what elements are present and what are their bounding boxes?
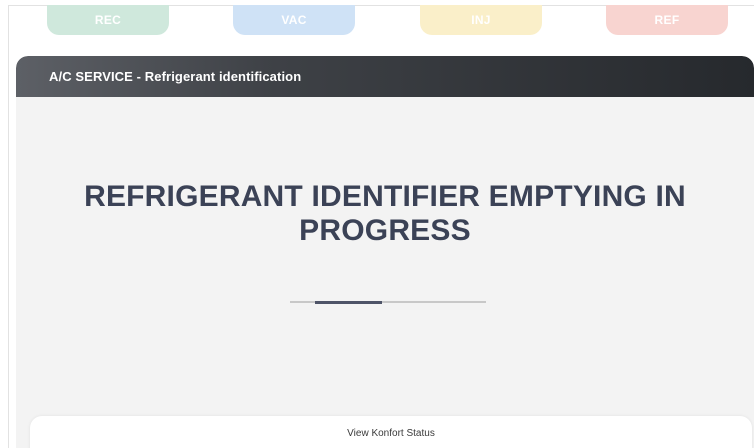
phase-tab-rec[interactable]: REC [47, 5, 169, 35]
left-divider [8, 5, 9, 448]
panel-header: A/C SERVICE - Refrigerant identification [16, 56, 754, 97]
phase-tab-ref[interactable]: REF [606, 5, 728, 35]
phase-tab-vac[interactable]: VAC [233, 5, 355, 35]
phase-tab-inj[interactable]: INJ [420, 5, 542, 35]
view-konfort-status-button[interactable]: View Konfort Status [30, 416, 752, 448]
screen: REC VAC INJ REF A/C SERVICE - Refrigeran… [0, 0, 754, 448]
progress-bar [290, 300, 486, 304]
status-message: REFRIGERANT IDENTIFIER EMPTYING IN PROGR… [84, 180, 686, 247]
progress-bar-fill [315, 300, 383, 304]
panel-title: A/C SERVICE - Refrigerant identification [49, 69, 302, 84]
service-panel: A/C SERVICE - Refrigerant identification… [16, 56, 754, 448]
view-konfort-status-label: View Konfort Status [347, 428, 435, 439]
